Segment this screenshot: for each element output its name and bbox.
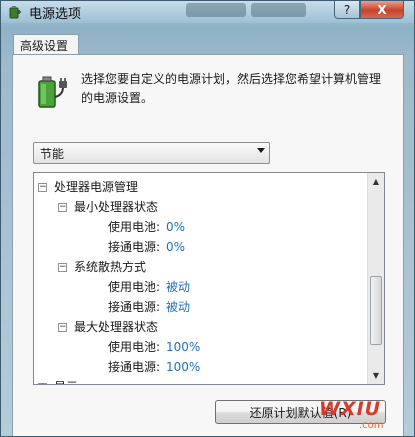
close-button[interactable]: X — [360, 1, 404, 19]
watermark-logo: WXIU .com — [319, 398, 414, 436]
setting-label: 接通电源: — [108, 300, 161, 314]
scroll-up-icon[interactable]: ▲ — [368, 173, 384, 190]
watermark-sub: .com — [359, 420, 384, 431]
tree-node[interactable]: − 处理器电源管理 — [34, 178, 368, 197]
setting-value[interactable]: 100% — [166, 338, 200, 357]
power-plan-dropdown[interactable]: 节能 — [33, 142, 270, 164]
expand-icon[interactable]: + — [38, 383, 47, 384]
description-text: 选择您要自定义的电源计划，然后选择您希望计算机管理的电源设置。 — [81, 72, 382, 105]
scroll-thumb[interactable] — [370, 276, 382, 345]
tree-node[interactable]: − 最小处理器状态 — [34, 198, 368, 217]
tree-node-label: 处理器电源管理 — [54, 180, 139, 194]
tree-node[interactable]: + 显示 — [34, 378, 368, 384]
window-title: 电源选项 — [29, 7, 82, 22]
tree-node[interactable]: − 系统散热方式 — [34, 258, 368, 277]
collapse-icon[interactable]: − — [58, 203, 67, 212]
tree-setting-row[interactable]: 使用电池: 被动 — [34, 278, 368, 297]
tree-setting-row[interactable]: 接通电源: 100% — [34, 358, 368, 377]
setting-value[interactable]: 被动 — [166, 298, 190, 317]
advanced-settings-panel: 选择您要自定义的电源计划，然后选择您希望计算机管理的电源设置。 节能 − 处理器电… — [12, 54, 404, 436]
scrollbar[interactable]: ▲ ▼ — [367, 173, 384, 384]
collapse-icon[interactable]: − — [58, 263, 67, 272]
tree-node[interactable]: − 最大处理器状态 — [34, 318, 368, 337]
help-button[interactable]: ? — [334, 1, 360, 19]
tree-node-label: 最大处理器状态 — [74, 320, 159, 334]
tree-node-label: 系统散热方式 — [74, 260, 147, 274]
setting-label: 接通电源: — [108, 360, 161, 374]
settings-tree[interactable]: − 处理器电源管理 − 最小处理器状态 使用电池: 0% 接通电源: 0% − 系统散热方式 使用电… — [33, 172, 385, 385]
title-bar[interactable]: 电源选项 ? X — [1, 1, 414, 23]
collapse-icon[interactable]: − — [58, 323, 67, 332]
setting-label: 使用电池: — [108, 280, 161, 294]
battery-plug-icon — [38, 76, 67, 108]
selected-plan: 节能 — [40, 147, 65, 161]
power-options-window: 电源选项 ? X 高级设置 选择您要自定义的电源计划，然后选择您希望计算机管理的… — [0, 0, 415, 437]
tree-setting-row[interactable]: 使用电池: 100% — [34, 338, 368, 357]
setting-value[interactable]: 被动 — [166, 278, 190, 297]
tree-node-label: 显示 — [54, 378, 78, 384]
power-options-icon — [9, 6, 21, 19]
scroll-down-icon[interactable]: ▼ — [368, 367, 384, 384]
tab-advanced-settings[interactable]: 高级设置 — [13, 34, 79, 55]
setting-label: 接通电源: — [108, 240, 161, 254]
chevron-down-icon — [257, 148, 265, 153]
setting-value[interactable]: 0% — [166, 238, 185, 257]
setting-value[interactable]: 0% — [166, 218, 185, 237]
background-blur — [186, 3, 246, 17]
tree-setting-row[interactable]: 接通电源: 被动 — [34, 298, 368, 317]
tree-node-label: 最小处理器状态 — [74, 200, 159, 214]
setting-label: 使用电池: — [108, 340, 161, 354]
tree-setting-row[interactable]: 接通电源: 0% — [34, 238, 368, 257]
watermark-text: WXIU — [319, 398, 382, 420]
setting-value[interactable]: 100% — [166, 358, 200, 377]
collapse-icon[interactable]: − — [38, 183, 47, 192]
background-blur — [251, 3, 306, 17]
tree-setting-row[interactable]: 使用电池: 0% — [34, 218, 368, 237]
setting-label: 使用电池: — [108, 220, 161, 234]
